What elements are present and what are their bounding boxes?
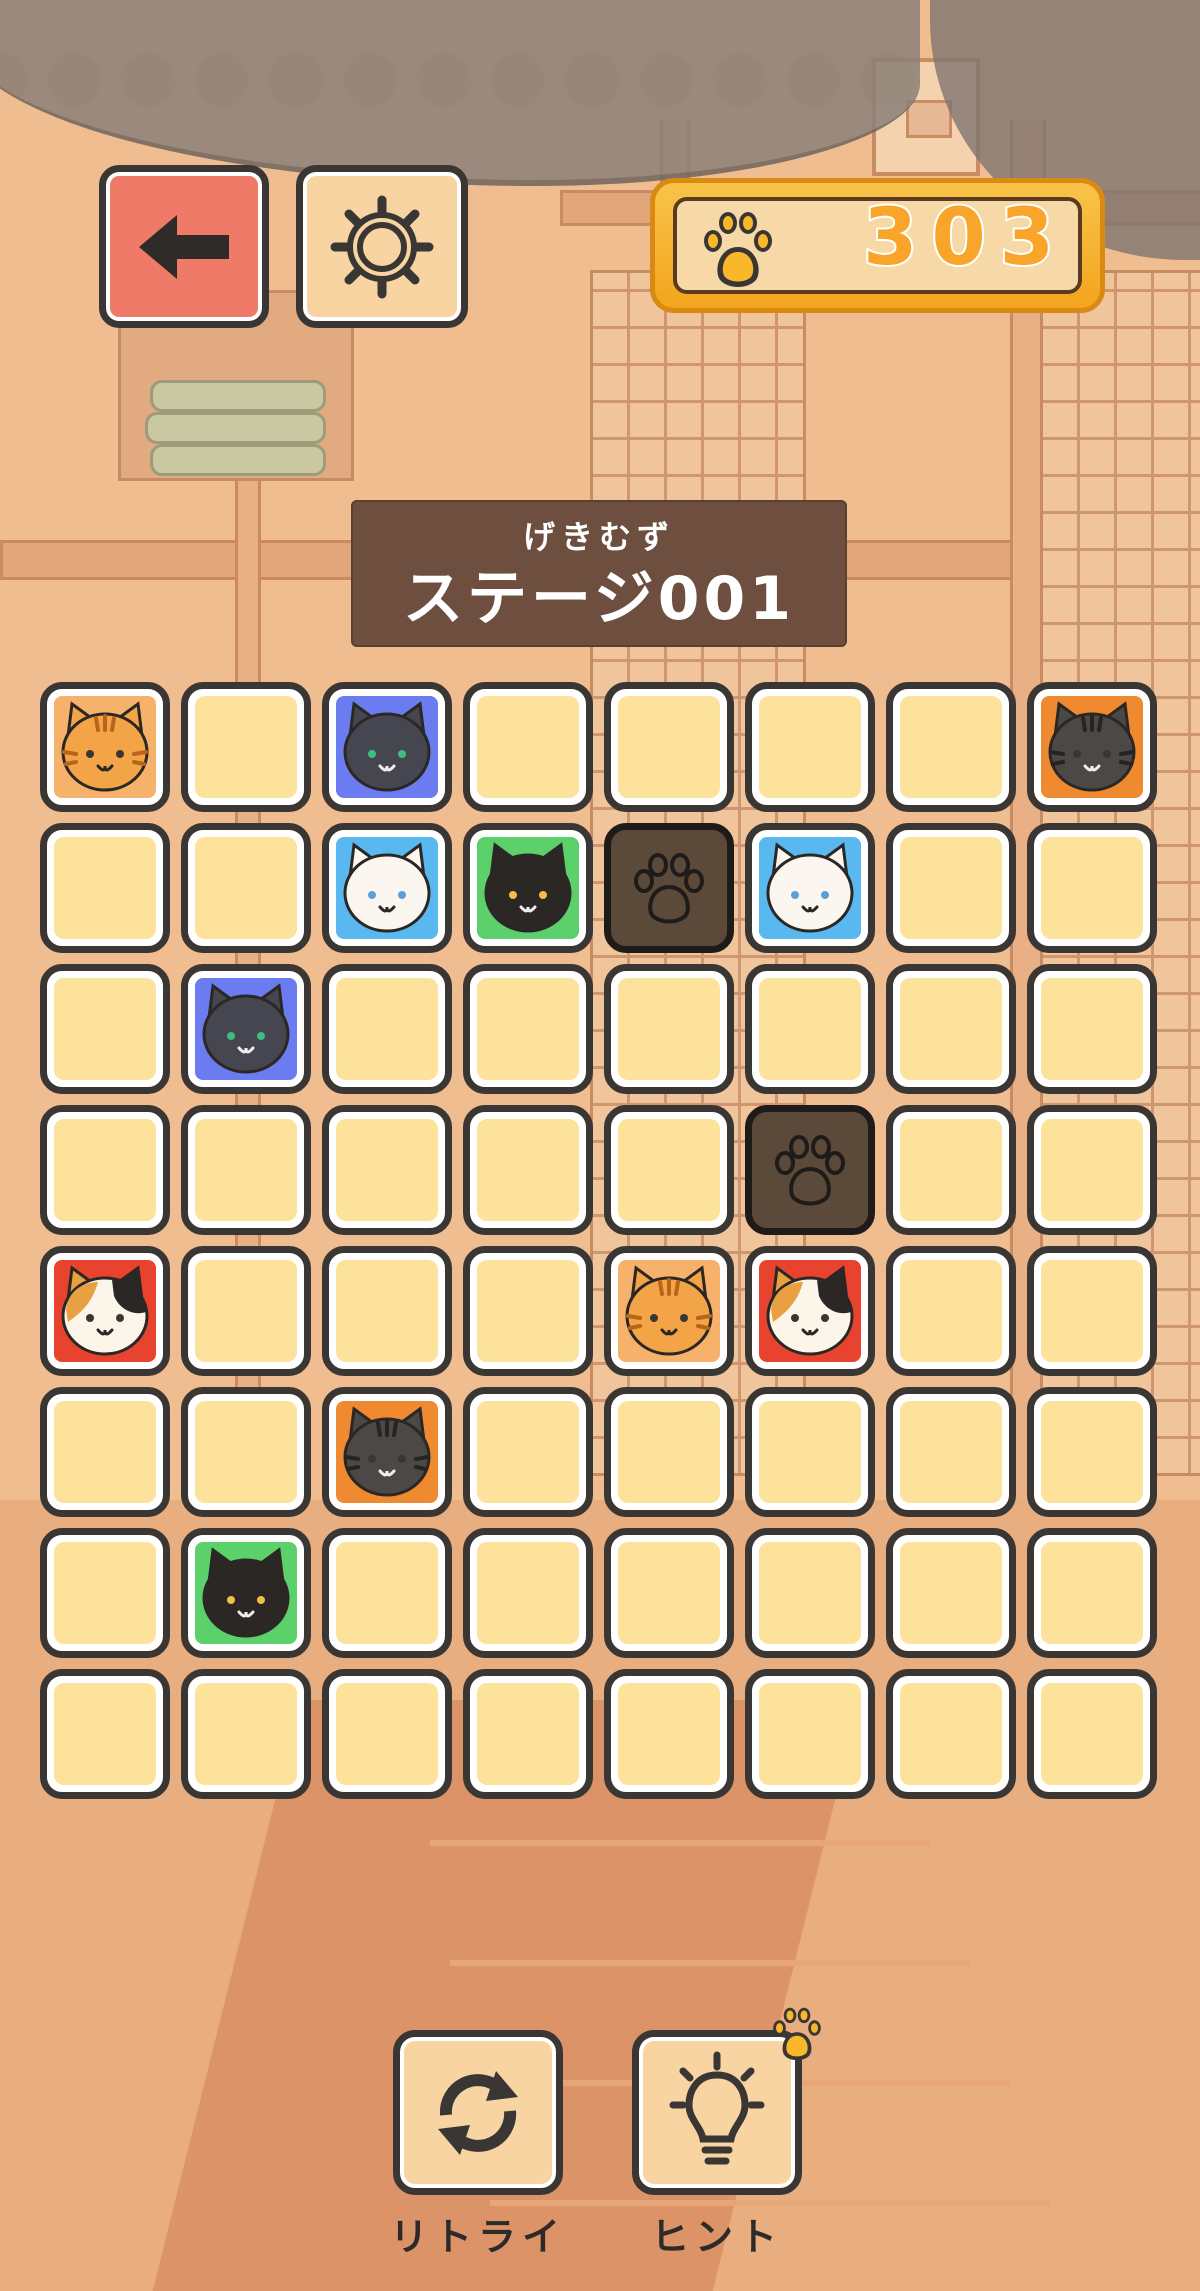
board-tile[interactable]: [463, 1528, 593, 1658]
paw-coin-counter: 303: [650, 178, 1105, 313]
board-tile[interactable]: [745, 682, 875, 812]
puzzle-board: [40, 682, 1162, 1800]
board-tile[interactable]: [886, 823, 1016, 953]
board-tile[interactable]: [1027, 1246, 1157, 1376]
board-tile[interactable]: [181, 682, 311, 812]
board-tile[interactable]: [1027, 964, 1157, 1094]
board-tile[interactable]: [181, 964, 311, 1094]
calico-cat-icon: [759, 1260, 861, 1362]
board-tile[interactable]: [745, 1528, 875, 1658]
board-tile[interactable]: [604, 964, 734, 1094]
board-tile[interactable]: [40, 964, 170, 1094]
board-tile[interactable]: [181, 1105, 311, 1235]
board-tile[interactable]: [1027, 682, 1157, 812]
board-tile[interactable]: [604, 1246, 734, 1376]
board-tile[interactable]: [886, 1669, 1016, 1799]
tabby-cat-icon: [54, 696, 156, 798]
gray-cat-icon: [195, 978, 297, 1080]
gear-icon: [330, 195, 434, 298]
board-tile[interactable]: [181, 1669, 311, 1799]
board-tile[interactable]: [463, 682, 593, 812]
stage-title: ステージ001: [402, 564, 796, 634]
board-tile[interactable]: [322, 1246, 452, 1376]
board-tile[interactable]: [604, 1387, 734, 1517]
retry-label: リトライ: [389, 2215, 566, 2259]
board-tile[interactable]: [463, 1105, 593, 1235]
board-tile[interactable]: [40, 1669, 170, 1799]
tabby-cat-icon: [618, 1260, 720, 1362]
board-tile[interactable]: [1027, 1105, 1157, 1235]
board-tile[interactable]: [1027, 1669, 1157, 1799]
refresh-icon: [438, 2071, 518, 2155]
board-tile[interactable]: [604, 682, 734, 812]
board-tile[interactable]: [463, 1387, 593, 1517]
hint-label: ヒント: [650, 2215, 783, 2259]
board-tile[interactable]: [463, 964, 593, 1094]
board-tile[interactable]: [322, 1528, 452, 1658]
board-tile[interactable]: [886, 964, 1016, 1094]
board-tile[interactable]: [745, 1246, 875, 1376]
paw-badge-icon: [773, 2007, 821, 2061]
white-cat-icon: [759, 837, 861, 939]
board-tile[interactable]: [886, 1105, 1016, 1235]
retry-button[interactable]: [393, 2030, 563, 2195]
lightbulb-icon: [669, 2051, 765, 2165]
board-tile[interactable]: [745, 1387, 875, 1517]
board-tile[interactable]: [463, 1669, 593, 1799]
board-tile[interactable]: [181, 823, 311, 953]
board-tile[interactable]: [745, 1105, 875, 1235]
gray-cat-icon: [336, 696, 438, 798]
black-cat-icon: [195, 1542, 297, 1644]
black-cat-icon: [477, 837, 579, 939]
board-tile[interactable]: [604, 823, 734, 953]
board-tile[interactable]: [322, 1387, 452, 1517]
board-tile[interactable]: [1027, 1528, 1157, 1658]
board-tile[interactable]: [886, 1528, 1016, 1658]
board-tile[interactable]: [322, 682, 452, 812]
board-tile[interactable]: [40, 823, 170, 953]
board-tile[interactable]: [604, 1669, 734, 1799]
board-tile[interactable]: [463, 823, 593, 953]
board-tile[interactable]: [745, 964, 875, 1094]
board-tile[interactable]: [1027, 1387, 1157, 1517]
board-tile[interactable]: [745, 823, 875, 953]
calico-cat-icon: [54, 1260, 156, 1362]
board-tile[interactable]: [745, 1669, 875, 1799]
coin-count: 303: [861, 191, 1068, 285]
board-tile[interactable]: [322, 1105, 452, 1235]
back-button[interactable]: [99, 165, 269, 328]
board-tile[interactable]: [322, 1669, 452, 1799]
board-tile[interactable]: [886, 1387, 1016, 1517]
board-tile[interactable]: [322, 823, 452, 953]
arrow-left-icon: [139, 214, 229, 279]
board-tile[interactable]: [40, 1105, 170, 1235]
board-tile[interactable]: [322, 964, 452, 1094]
board-tile[interactable]: [40, 682, 170, 812]
board-tile[interactable]: [181, 1387, 311, 1517]
paw-icon: [634, 853, 704, 924]
board-tile[interactable]: [40, 1387, 170, 1517]
paw-icon: [775, 1135, 845, 1206]
board-tile[interactable]: [604, 1105, 734, 1235]
board-tile[interactable]: [463, 1246, 593, 1376]
hint-button[interactable]: [632, 2007, 821, 2195]
board-tile[interactable]: [40, 1528, 170, 1658]
board-tile[interactable]: [40, 1246, 170, 1376]
darktabby-cat-icon: [336, 1401, 438, 1503]
board-tile[interactable]: [886, 1246, 1016, 1376]
board-tile[interactable]: [886, 682, 1016, 812]
board-tile[interactable]: [181, 1528, 311, 1658]
white-cat-icon: [336, 837, 438, 939]
settings-button[interactable]: [296, 165, 468, 328]
board-tile[interactable]: [604, 1528, 734, 1658]
paw-icon: [704, 212, 772, 287]
stage-banner: げきむず ステージ001: [351, 500, 847, 647]
darktabby-cat-icon: [1041, 696, 1143, 798]
board-tile[interactable]: [1027, 823, 1157, 953]
board-tile[interactable]: [181, 1246, 311, 1376]
